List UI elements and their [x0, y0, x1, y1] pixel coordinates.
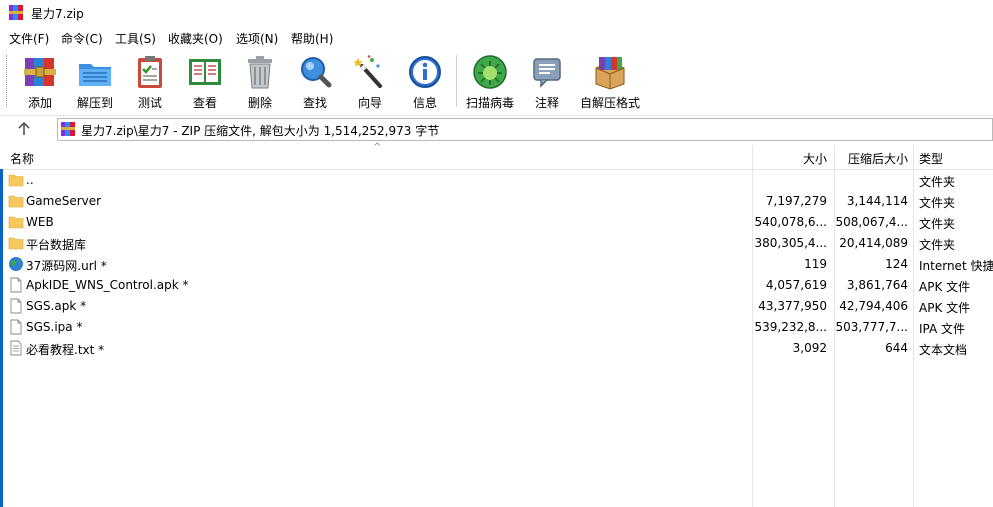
address-bar: 星力7.zip\星力7 - ZIP 压缩文件, 解包大小为 1,514,252,… — [0, 116, 993, 142]
folder-icon — [8, 235, 24, 251]
address-field[interactable]: 星力7.zip\星力7 - ZIP 压缩文件, 解包大小为 1,514,252,… — [57, 118, 993, 141]
file-name: 37源码网.url * — [26, 259, 107, 273]
file-name: GameServer — [26, 194, 102, 208]
file-type: 文件夹 — [919, 175, 956, 189]
magnifier-icon — [301, 57, 332, 88]
column-header-name[interactable]: 名称 — [10, 150, 34, 167]
folder-icon — [8, 193, 24, 209]
file-packed-size: 20,414,089 — [839, 236, 908, 250]
archive-icon — [61, 122, 75, 136]
table-row[interactable]: 37源码网.url * 119 124 Internet 快捷 — [0, 254, 993, 275]
comment-icon — [533, 58, 561, 88]
file-packed-size: 3,861,764 — [846, 278, 908, 292]
file-packed-size: 3,144,114 — [846, 194, 908, 208]
info-button[interactable]: 信息 — [395, 51, 455, 111]
table-row[interactable]: .. 文件夹 — [0, 170, 993, 191]
virus-scan-icon — [473, 55, 507, 89]
sfx-button[interactable]: 自解压格式 — [580, 51, 640, 111]
file-packed-size: 124 — [885, 257, 908, 271]
magic-wand-icon — [353, 55, 382, 88]
menu-command[interactable]: 命令(C) — [61, 30, 103, 47]
file-name: 平台数据库 — [26, 238, 87, 252]
file-size: 3,092 — [792, 341, 827, 355]
file-size: 380,305,4... — [754, 236, 827, 250]
file-size: 7,197,279 — [765, 194, 827, 208]
sort-caret-icon: ^ — [373, 142, 382, 153]
file-size: 539,232,8... — [754, 320, 827, 334]
file-packed-size: 42,794,406 — [839, 299, 908, 313]
column-header-packed[interactable]: 压缩后大小 — [834, 150, 908, 167]
file-list: ^ 名称 大小 压缩后大小 类型 .. 文件夹 GameServer 7,197,27… — [0, 142, 993, 507]
menu-help[interactable]: 帮助(H) — [291, 30, 333, 47]
address-path: 星力7.zip\星力7 - ZIP 压缩文件, 解包大小为 1,514,252,… — [81, 124, 440, 138]
file-type: 文本文档 — [919, 343, 968, 357]
archive-books-icon — [24, 58, 56, 86]
file-icon — [8, 298, 24, 314]
title-bar: 星力7.zip — [0, 0, 993, 26]
column-header-type[interactable]: 类型 — [919, 150, 943, 167]
table-row[interactable]: SGS.ipa * 539,232,8... 503,777,7... IPA 文件 — [0, 317, 993, 338]
file-packed-size: 503,777,7... — [835, 320, 908, 334]
menu-file[interactable]: 文件(F) — [9, 30, 49, 47]
file-size: 119 — [804, 257, 827, 271]
column-header-size[interactable]: 大小 — [752, 150, 827, 167]
file-type: APK 文件 — [919, 280, 971, 294]
file-name: 必看教程.txt * — [26, 343, 105, 357]
file-type: 文件夹 — [919, 217, 956, 231]
folder-icon — [8, 214, 24, 230]
menu-options[interactable]: 选项(N) — [236, 30, 278, 47]
file-size: 43,377,950 — [758, 299, 827, 313]
test-clipboard-icon — [138, 56, 162, 88]
file-type: IPA 文件 — [919, 322, 966, 336]
menu-bar: 文件(F) 命令(C) 工具(S) 收藏夹(O) 选项(N) 帮助(H) — [0, 27, 993, 47]
extract-folder-icon — [79, 64, 111, 86]
toolbar: 添加 解压到 测试 查看 删除 查找 向导 信息 扫描病毒 注释 自解压格式 — [0, 47, 993, 116]
view-book-icon — [189, 59, 221, 85]
file-packed-size: 508,067,4... — [835, 215, 908, 229]
table-row[interactable]: 必看教程.txt * 3,092 644 文本文档 — [0, 338, 993, 359]
table-row[interactable]: WEB 540,078,6... 508,067,4... 文件夹 — [0, 212, 993, 233]
file-type: 文件夹 — [919, 196, 956, 210]
sfx-box-icon — [595, 57, 625, 90]
file-name: SGS.ipa * — [26, 320, 83, 334]
text-file-icon — [8, 340, 24, 356]
table-row[interactable]: SGS.apk * 43,377,950 42,794,406 APK 文件 — [0, 296, 993, 317]
file-size: 4,057,619 — [765, 278, 827, 292]
file-type: Internet 快捷 — [919, 259, 993, 273]
trash-can-icon — [248, 56, 272, 89]
table-row[interactable]: GameServer 7,197,279 3,144,114 文件夹 — [0, 191, 993, 212]
file-type: APK 文件 — [919, 301, 971, 315]
list-header: ^ 名称 大小 压缩后大小 类型 — [0, 142, 993, 170]
file-name: ApkIDE_WNS_Control.apk * — [26, 278, 189, 292]
winrar-app-icon — [9, 5, 23, 20]
file-size: 540,078,6... — [754, 215, 827, 229]
folder-icon — [8, 172, 24, 188]
file-icon — [8, 277, 24, 293]
file-name: WEB — [26, 215, 54, 229]
file-packed-size: 644 — [885, 341, 908, 355]
globe-icon — [8, 256, 24, 272]
file-name: .. — [26, 173, 34, 187]
window-title: 星力7.zip — [31, 7, 84, 21]
up-arrow-icon[interactable] — [14, 119, 34, 139]
menu-tools[interactable]: 工具(S) — [115, 30, 156, 47]
file-name: SGS.apk * — [26, 299, 87, 313]
table-row[interactable]: ApkIDE_WNS_Control.apk * 4,057,619 3,861,7… — [0, 275, 993, 296]
sfx-button-label: 自解压格式 — [579, 96, 640, 110]
table-row[interactable]: 平台数据库 380,305,4... 20,414,089 文件夹 — [0, 233, 993, 254]
file-icon — [8, 319, 24, 335]
info-icon — [409, 56, 441, 88]
comment-button[interactable]: 注释 — [517, 51, 577, 111]
menu-favorites[interactable]: 收藏夹(O) — [168, 30, 223, 47]
file-type: 文件夹 — [919, 238, 956, 252]
